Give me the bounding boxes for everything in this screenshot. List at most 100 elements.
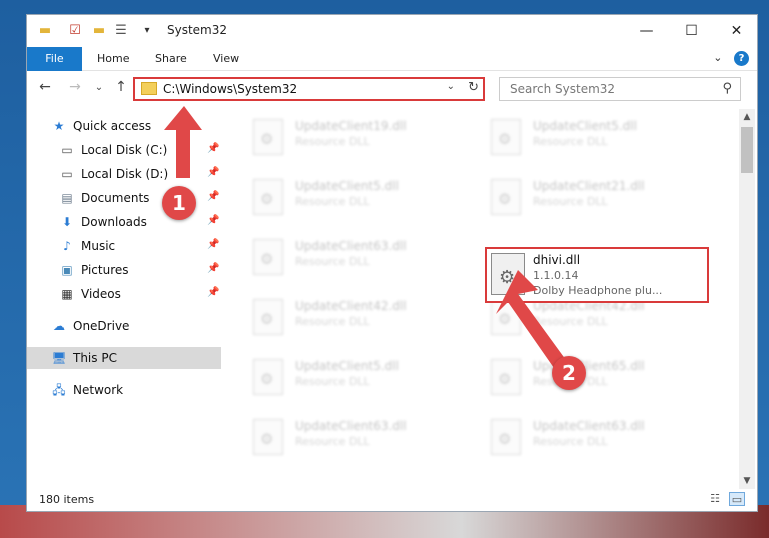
dll-file-icon (253, 359, 283, 395)
back-arrow-icon[interactable]: ← (35, 79, 55, 95)
tab-home[interactable]: Home (87, 47, 139, 71)
up-arrow-icon[interactable]: ↑ (111, 79, 131, 95)
nav-item-local-disk-d[interactable]: ▭ Local Disk (D:) 📌 (27, 163, 221, 185)
vertical-scrollbar[interactable]: ▲ ▼ (739, 109, 755, 489)
large-icons-view-icon[interactable]: ▭ (729, 492, 745, 506)
nav-item-network[interactable]: 🖧 Network (27, 379, 221, 401)
folder-icon (141, 82, 157, 95)
dll-file-icon (491, 179, 521, 215)
nav-item-videos[interactable]: ▦ Videos 📌 (27, 283, 221, 305)
ribbon: File Home Share View ⌄ ? (27, 47, 757, 71)
pin-icon: 📌 (207, 239, 220, 250)
file-item[interactable]: UpdateClient19.dll Resource DLL (223, 113, 443, 165)
nav-item-downloads[interactable]: ⬇ Downloads 📌 (27, 211, 221, 233)
file-name: UpdateClient63.dll (295, 239, 407, 253)
file-description: Resource DLL (295, 255, 370, 268)
nav-label: Documents (81, 191, 150, 205)
new-folder-icon[interactable]: ▬ (91, 23, 107, 39)
computer-icon: 🖥 (51, 351, 67, 365)
dll-file-icon (491, 359, 521, 395)
file-item[interactable]: UpdateClient63.dll Resource DLL (461, 413, 681, 465)
search-box[interactable]: Search System32 ⚲ (499, 77, 741, 101)
nav-label: Music (81, 239, 116, 253)
search-input[interactable]: Search System32 (510, 82, 615, 96)
highlighted-file-dhivi[interactable]: dhivi.dll 1.1.0.14 Dolby Headphone plu..… (485, 247, 709, 303)
minimize-button[interactable]: — (624, 15, 669, 47)
dll-file-icon (491, 419, 521, 455)
file-list: UpdateClient19.dll Resource DLL UpdateCl… (223, 109, 739, 489)
nav-item-onedrive[interactable]: ☁ OneDrive (27, 315, 221, 337)
file-description: Dolby Headphone plu... (533, 284, 663, 297)
nav-item-pictures[interactable]: ▣ Pictures 📌 (27, 259, 221, 281)
nav-item-local-disk-c[interactable]: ▭ Local Disk (C:) 📌 (27, 139, 221, 161)
documents-icon: ▤ (61, 191, 73, 205)
tab-file[interactable]: File (27, 47, 82, 71)
dll-file-icon (253, 119, 283, 155)
dll-file-icon (253, 179, 283, 215)
file-name: UpdateClient42.dll (295, 299, 407, 313)
tab-view[interactable]: View (203, 47, 249, 71)
annotation-badge-2: 2 (552, 356, 586, 390)
nav-item-this-pc[interactable]: 🖥 This PC (27, 347, 221, 369)
file-description: Resource DLL (295, 315, 370, 328)
star-icon: ★ (53, 119, 65, 133)
file-item[interactable]: UpdateClient21.dll Resource DLL (461, 173, 681, 225)
tab-share[interactable]: Share (145, 47, 197, 71)
refresh-icon[interactable]: ↻ (468, 80, 479, 95)
file-item[interactable]: UpdateClient63.dll Resource DLL (223, 233, 443, 285)
scrollbar-thumb[interactable] (741, 127, 753, 173)
forward-arrow-icon[interactable]: → (65, 79, 85, 95)
pin-icon: 📌 (207, 143, 220, 154)
details-view-icon[interactable]: ☷ (707, 492, 723, 506)
nav-item-quick-access[interactable]: ★ Quick access (27, 115, 221, 137)
expand-ribbon-icon[interactable]: ⌄ (713, 51, 722, 64)
properties-icon[interactable]: ☑ (67, 23, 83, 39)
scroll-down-icon[interactable]: ▼ (739, 473, 755, 489)
cloud-icon: ☁ (53, 319, 65, 333)
annotation-badge-1: 1 (162, 186, 196, 220)
file-description: Resource DLL (295, 195, 370, 208)
file-item[interactable]: UpdateClient42.dll Resource DLL (223, 293, 443, 345)
address-row: ← → ⌄ ↑ C:\Windows\System32 ⌄ ↻ Search S… (27, 75, 757, 103)
status-bar: 180 items ☷ ▭ (27, 489, 757, 511)
file-item[interactable]: UpdateClient63.dll Resource DLL (223, 413, 443, 465)
file-item[interactable]: UpdateClient5.dll Resource DLL (223, 353, 443, 405)
help-icon[interactable]: ? (734, 51, 749, 66)
file-description: Resource DLL (295, 375, 370, 388)
nav-label: This PC (73, 351, 117, 365)
nav-item-music[interactable]: ♪ Music 📌 (27, 235, 221, 257)
address-bar[interactable]: C:\Windows\System32 ⌄ ↻ (133, 77, 485, 101)
dll-file-icon (253, 419, 283, 455)
nav-label: Local Disk (C:) (81, 143, 168, 157)
maximize-button[interactable]: ☐ (669, 15, 714, 47)
chevron-down-icon[interactable]: ▾ (139, 23, 155, 39)
nav-label: Videos (81, 287, 121, 301)
nav-label: Network (73, 383, 124, 397)
dll-file-icon (491, 299, 521, 335)
close-button[interactable]: ✕ (714, 15, 759, 47)
recent-locations-icon[interactable]: ⌄ (89, 82, 109, 93)
file-description: Resource DLL (533, 315, 608, 328)
music-icon: ♪ (63, 239, 71, 253)
download-icon: ⬇ (61, 215, 73, 229)
ribbon-controls: ⌄ ? (713, 51, 749, 66)
scroll-up-icon[interactable]: ▲ (739, 109, 755, 125)
customize-toolbar-icon[interactable]: ☰ (113, 23, 129, 39)
title-bar: ▬ ☑ ▬ ☰ ▾ System32 — ☐ ✕ (27, 15, 757, 47)
file-description: Resource DLL (295, 135, 370, 148)
pin-icon: 📌 (207, 287, 220, 298)
chevron-down-icon[interactable]: ⌄ (447, 81, 455, 92)
videos-icon: ▦ (61, 287, 73, 301)
address-path[interactable]: C:\Windows\System32 (163, 82, 297, 96)
nav-label: Downloads (81, 215, 147, 229)
search-icon[interactable]: ⚲ (722, 81, 732, 96)
pictures-icon: ▣ (61, 263, 73, 277)
pin-icon: 📌 (207, 263, 220, 274)
window-title: System32 (167, 23, 228, 37)
file-item[interactable]: UpdateClient5.dll Resource DLL (223, 173, 443, 225)
file-name: UpdateClient19.dll (295, 119, 407, 133)
pin-icon: 📌 (207, 191, 220, 202)
file-item[interactable]: UpdateClient5.dll Resource DLL (461, 113, 681, 165)
file-name: dhivi.dll (533, 253, 581, 267)
pin-icon: 📌 (207, 167, 220, 178)
